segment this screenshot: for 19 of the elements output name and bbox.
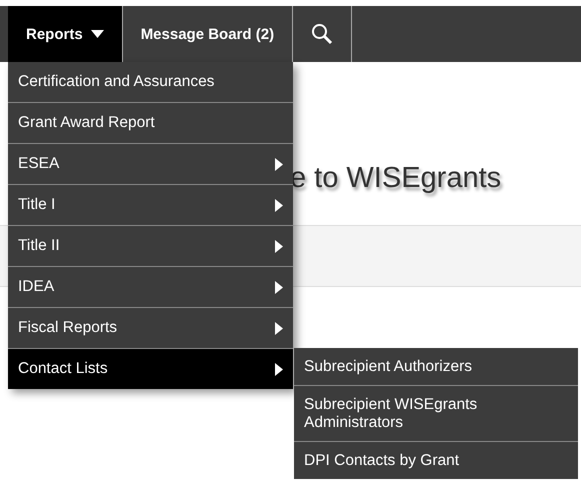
nav-tab[interactable]: Reports (8, 6, 123, 62)
submenu-item[interactable]: Subrecipient WISEgrants Administrators (294, 386, 578, 442)
menu-item[interactable]: Contact Lists (8, 349, 293, 389)
submenu-arrow-icon (275, 322, 283, 334)
submenu-item[interactable]: Subrecipient Authorizers (294, 348, 578, 386)
submenu-arrow-icon (275, 280, 283, 294)
submenu-arrow-icon (275, 240, 283, 252)
submenu-arrow-icon (275, 362, 283, 376)
menu-item[interactable]: ESEA (8, 144, 293, 185)
search-icon (311, 23, 334, 45)
menu-item[interactable]: Grant Award Report (8, 103, 293, 144)
submenu-arrow-icon (275, 198, 283, 212)
menu-item[interactable]: Certification and Assurances (8, 62, 293, 103)
caret-icon (90, 30, 104, 38)
menu-item[interactable]: Title I (8, 185, 293, 226)
submenu-item[interactable]: DPI Contacts by Grant (294, 442, 578, 479)
submenu-arrow-icon (275, 158, 283, 170)
menu-item[interactable]: IDEA (8, 267, 293, 308)
page-heading: e to WISEgrants (290, 162, 502, 195)
